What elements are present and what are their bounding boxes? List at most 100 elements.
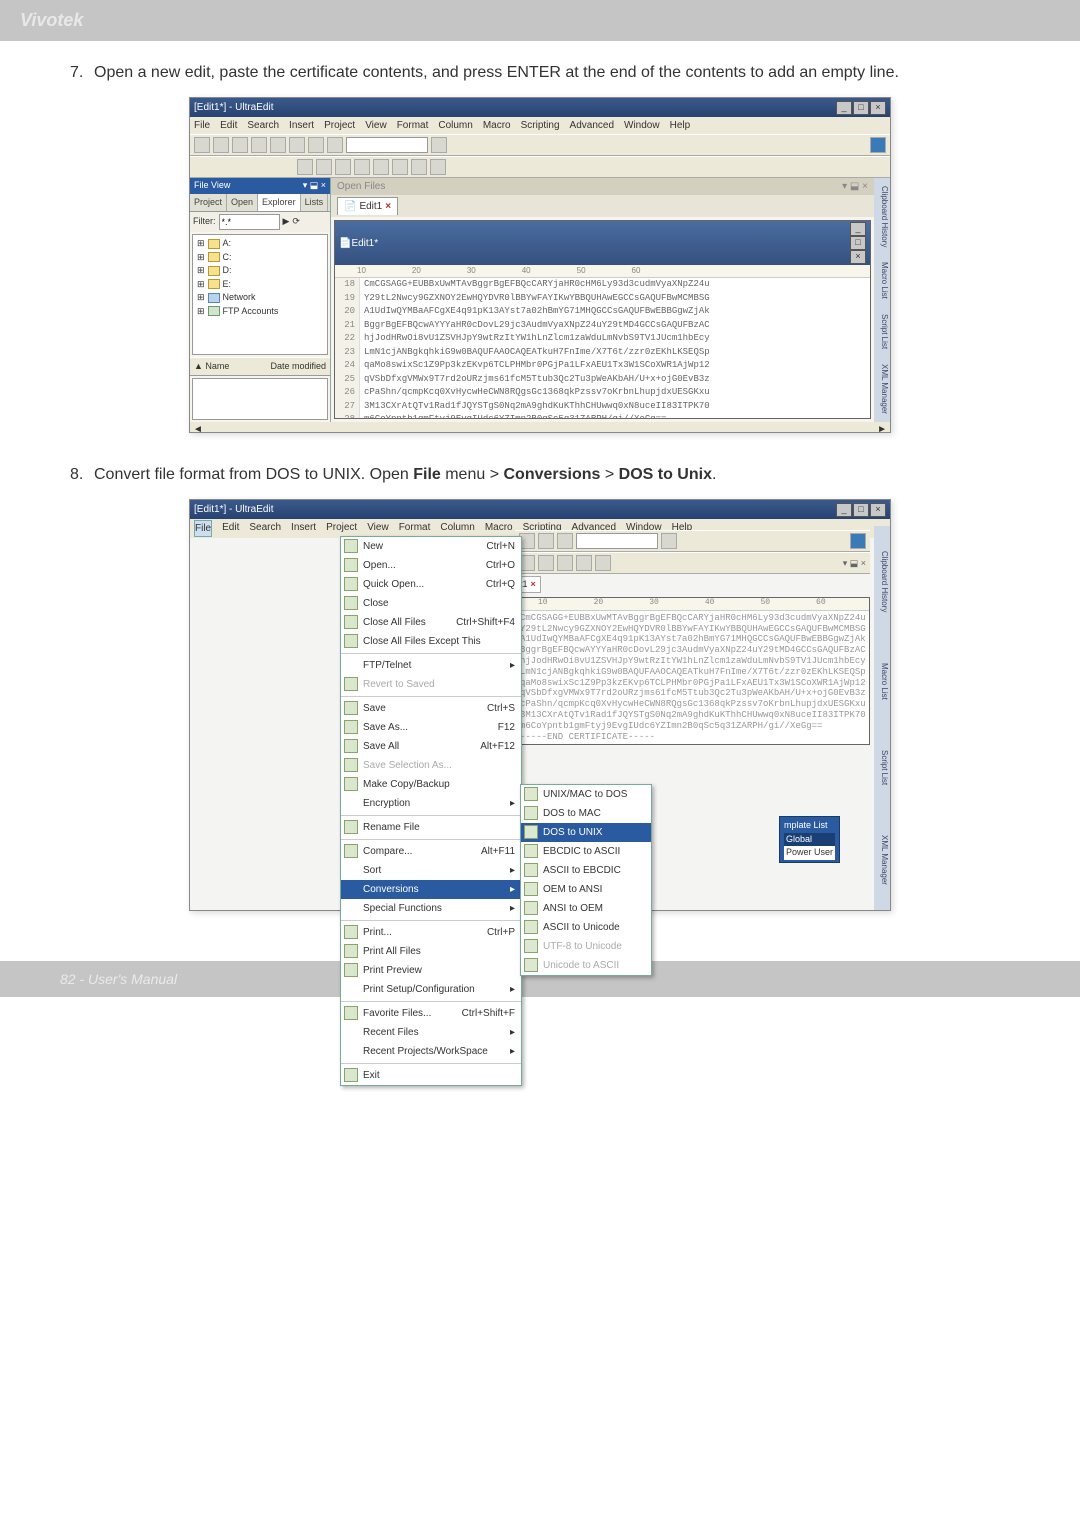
tb2-icon[interactable]: [297, 159, 313, 175]
tb-find-icon[interactable]: [661, 533, 677, 549]
conv-item-ansi-to-oem[interactable]: ANSI to OEM: [521, 899, 651, 918]
tb-open-icon[interactable]: [251, 137, 267, 153]
scroll-right-icon[interactable]: ►: [877, 422, 887, 432]
tb-cut-icon[interactable]: [289, 137, 305, 153]
side-tab-macro[interactable]: Macro List: [874, 262, 890, 299]
conv-item-unicode-to-ascii[interactable]: Unicode to ASCII: [521, 956, 651, 975]
menu-edit[interactable]: Edit: [220, 118, 237, 133]
maximize-icon[interactable]: □: [853, 101, 869, 115]
menu-item-quick-open-[interactable]: Quick Open...Ctrl+Q: [341, 575, 521, 594]
conv-item-dos-to-mac[interactable]: DOS to MAC: [521, 804, 651, 823]
conv-item-ascii-to-ebcdic[interactable]: ASCII to EBCDIC: [521, 861, 651, 880]
tb-save-icon[interactable]: [270, 137, 286, 153]
menu-item-new[interactable]: NewCtrl+N: [341, 537, 521, 556]
menu-edit[interactable]: Edit: [222, 520, 239, 537]
filter-input[interactable]: [219, 214, 280, 230]
col-date[interactable]: Date modified: [270, 360, 326, 374]
menu-item-recent-projects-workspace[interactable]: Recent Projects/WorkSpace▸: [341, 1042, 521, 1061]
minimize-icon[interactable]: _: [836, 503, 852, 517]
menu-search[interactable]: Search: [247, 118, 279, 133]
doc-close-icon[interactable]: ×: [850, 250, 866, 264]
tb2-icon[interactable]: [392, 159, 408, 175]
menu-item-print-preview[interactable]: Print Preview: [341, 961, 521, 980]
conv-item-dos-to-unix[interactable]: DOS to UNIX: [521, 823, 651, 842]
menu-item-save-selection-as-[interactable]: Save Selection As...: [341, 756, 521, 775]
menu-format[interactable]: Format: [399, 520, 431, 537]
file-tab-close-icon[interactable]: ×: [531, 579, 536, 590]
tb2-icon[interactable]: [373, 159, 389, 175]
conv-item-ebcdic-to-ascii[interactable]: EBCDIC to ASCII: [521, 842, 651, 861]
menu-project[interactable]: Project: [326, 520, 357, 537]
folder-tree[interactable]: ⊞A: ⊞C: ⊞D: ⊞E: ⊞Network ⊞FTP Accounts: [192, 234, 328, 355]
file-list[interactable]: [192, 378, 328, 420]
menu-item-ftp-telnet[interactable]: FTP/Telnet▸: [341, 656, 521, 675]
scroll-left-icon[interactable]: ◄: [193, 422, 203, 432]
panel-controls[interactable]: ▾ ⬓ ×: [842, 179, 868, 194]
text-editor[interactable]: 18192021222324252627282930 CmCGSAGG+EUBB…: [335, 278, 870, 418]
conv-item-oem-to-ansi[interactable]: OEM to ANSI: [521, 880, 651, 899]
tab-explorer[interactable]: Explorer: [258, 194, 301, 212]
close-icon[interactable]: ×: [870, 503, 886, 517]
menu-macro[interactable]: Macro: [485, 520, 513, 537]
tb2-icon[interactable]: [595, 555, 611, 571]
menu-item-save-all[interactable]: Save AllAlt+F12: [341, 737, 521, 756]
menu-item-compare-[interactable]: Compare...Alt+F11: [341, 842, 521, 861]
menu-item-close[interactable]: Close: [341, 594, 521, 613]
menu-item-close-all-files-except-this[interactable]: Close All Files Except This: [341, 632, 521, 651]
tb-search-input[interactable]: [576, 533, 658, 549]
panel-controls[interactable]: ▾ ⬓ ×: [303, 179, 326, 193]
tb-icon[interactable]: [538, 533, 554, 549]
menu-advanced[interactable]: Advanced: [570, 118, 614, 133]
menu-item-revert-to-saved[interactable]: Revert to Saved: [341, 675, 521, 694]
scrollbar-bottom[interactable]: ◄ ►: [190, 422, 890, 432]
tb-back-icon[interactable]: [194, 137, 210, 153]
tb-icon[interactable]: [557, 533, 573, 549]
minimize-icon[interactable]: _: [836, 101, 852, 115]
maximize-icon[interactable]: □: [853, 503, 869, 517]
side-tab-xml[interactable]: XML Manager: [874, 364, 890, 414]
menu-item-encryption[interactable]: Encryption▸: [341, 794, 521, 813]
conv-item-utf-to-unicode[interactable]: UTF-8 to Unicode: [521, 937, 651, 956]
filter-refresh-icon[interactable]: ⟳: [292, 215, 300, 229]
tb-help-icon[interactable]: [870, 137, 886, 153]
menu-item-exit[interactable]: Exit: [341, 1066, 521, 1085]
menu-item-print-[interactable]: Print...Ctrl+P: [341, 923, 521, 942]
menu-insert[interactable]: Insert: [291, 520, 316, 537]
tb2-icon[interactable]: [430, 159, 446, 175]
side-tab-macro[interactable]: Macro List: [874, 663, 890, 700]
menu-item-make-copy-backup[interactable]: Make Copy/Backup: [341, 775, 521, 794]
tb-new-icon[interactable]: [232, 137, 248, 153]
tb2-icon[interactable]: [354, 159, 370, 175]
filter-go-icon[interactable]: ▶: [283, 215, 290, 229]
menu-item-print-setup-configuration[interactable]: Print Setup/Configuration▸: [341, 980, 521, 999]
tb-fwd-icon[interactable]: [213, 137, 229, 153]
tab-project[interactable]: Project: [190, 194, 227, 212]
menu-item-open-[interactable]: Open...Ctrl+O: [341, 556, 521, 575]
tab-lists[interactable]: Lists: [301, 194, 329, 212]
tb-find-icon[interactable]: [431, 137, 447, 153]
menu-scripting[interactable]: Scripting: [521, 118, 560, 133]
menu-window[interactable]: Window: [624, 118, 660, 133]
doc-minimize-icon[interactable]: _: [850, 222, 866, 236]
menu-item-special-functions[interactable]: Special Functions▸: [341, 899, 521, 918]
menu-column[interactable]: Column: [440, 520, 474, 537]
doc-maximize-icon[interactable]: □: [850, 236, 866, 250]
tb2-icon[interactable]: [557, 555, 573, 571]
tb2-icon[interactable]: [316, 159, 332, 175]
side-tab-script[interactable]: Script List: [874, 314, 890, 349]
menu-project[interactable]: Project: [324, 118, 355, 133]
menu-column[interactable]: Column: [438, 118, 472, 133]
side-tab-clipboard[interactable]: Clipboard History: [874, 551, 890, 612]
conv-item-unix-mac-to-dos[interactable]: UNIX/MAC to DOS: [521, 785, 651, 804]
close-icon[interactable]: ×: [870, 101, 886, 115]
tb-copy-icon[interactable]: [308, 137, 324, 153]
menu-item-print-all-files[interactable]: Print All Files: [341, 942, 521, 961]
side-tab-clipboard[interactable]: Clipboard History: [874, 186, 890, 247]
conv-item-ascii-to-unicode[interactable]: ASCII to Unicode: [521, 918, 651, 937]
file-tab-close-icon[interactable]: ×: [385, 199, 391, 214]
tb-help-icon[interactable]: [850, 533, 866, 549]
menu-search[interactable]: Search: [249, 520, 281, 537]
tab-open[interactable]: Open: [227, 194, 258, 212]
panel-controls[interactable]: ▾ ⬓ ×: [843, 558, 866, 569]
menu-item-save-as-[interactable]: Save As...F12: [341, 718, 521, 737]
